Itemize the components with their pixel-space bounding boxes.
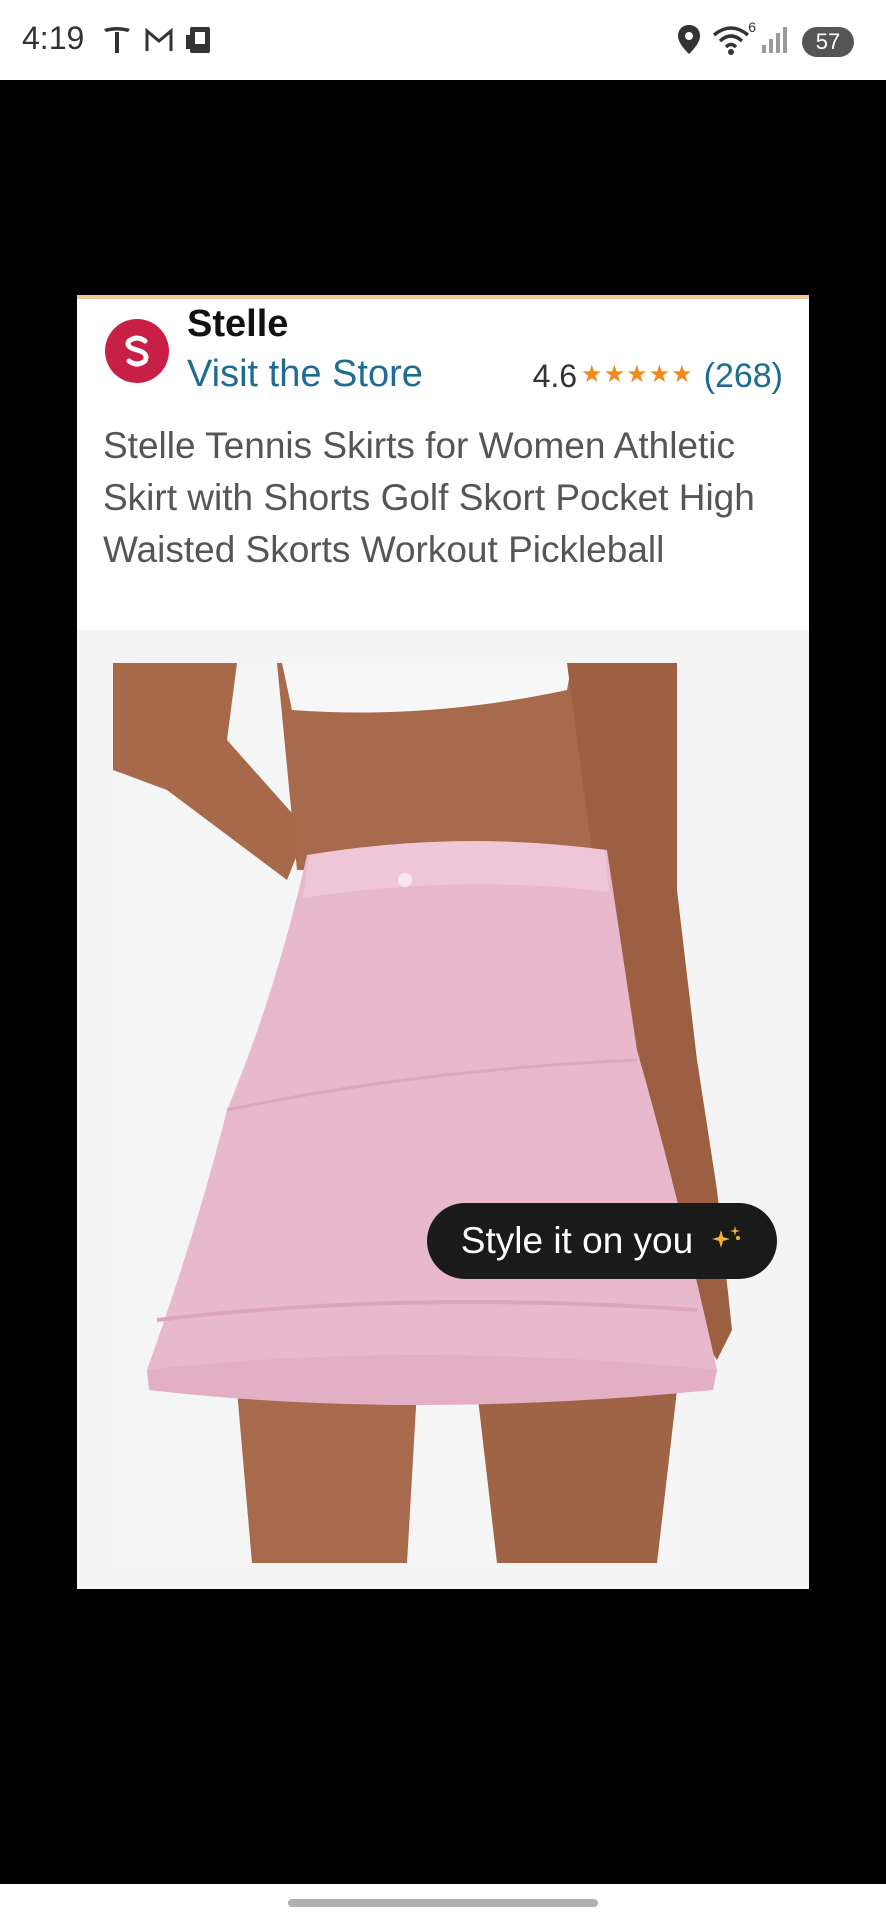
battery-indicator: 57 [802, 27, 854, 57]
style-button-label: Style it on you [460, 1220, 694, 1261]
status-bar: 4:19 6 57 [0, 0, 886, 80]
wifi-icon: 6 [712, 19, 756, 62]
product-image[interactable] [77, 630, 809, 1589]
rating-value: 4.6 [532, 358, 578, 394]
product-title: Stelle Tennis Skirts for Women Athletic … [103, 425, 755, 570]
visit-store-link[interactable]: Visit the Store [187, 353, 423, 396]
product-card: Stelle Visit the Store 4.6 ★★★★★ (268) S… [77, 295, 809, 1589]
signal-icon [760, 23, 792, 62]
home-indicator-bar[interactable] [288, 1899, 598, 1907]
sim-icon [184, 23, 214, 62]
wifi-label: 6 [748, 18, 756, 35]
brand-logo[interactable] [105, 319, 169, 383]
sparkle-icon [709, 1224, 743, 1259]
skirt-illustration [113, 663, 732, 1563]
status-right-icons: 6 57 [676, 19, 886, 64]
style-it-on-you-button[interactable]: Style it on you [427, 1203, 777, 1279]
status-time: 4:19 [22, 20, 85, 56]
card-top-accent [77, 295, 809, 299]
rating-row[interactable]: 4.6 ★★★★★ (268) [533, 357, 783, 396]
gmail-icon [142, 23, 176, 62]
brand-logo-mark [125, 335, 149, 367]
status-left-icons [100, 22, 214, 62]
review-count-link[interactable]: (268) [704, 357, 783, 396]
location-icon [676, 23, 702, 62]
tesla-icon [100, 23, 134, 62]
brand-name: Stelle [187, 303, 289, 345]
rating-stars: ★★★★★ [581, 361, 694, 388]
